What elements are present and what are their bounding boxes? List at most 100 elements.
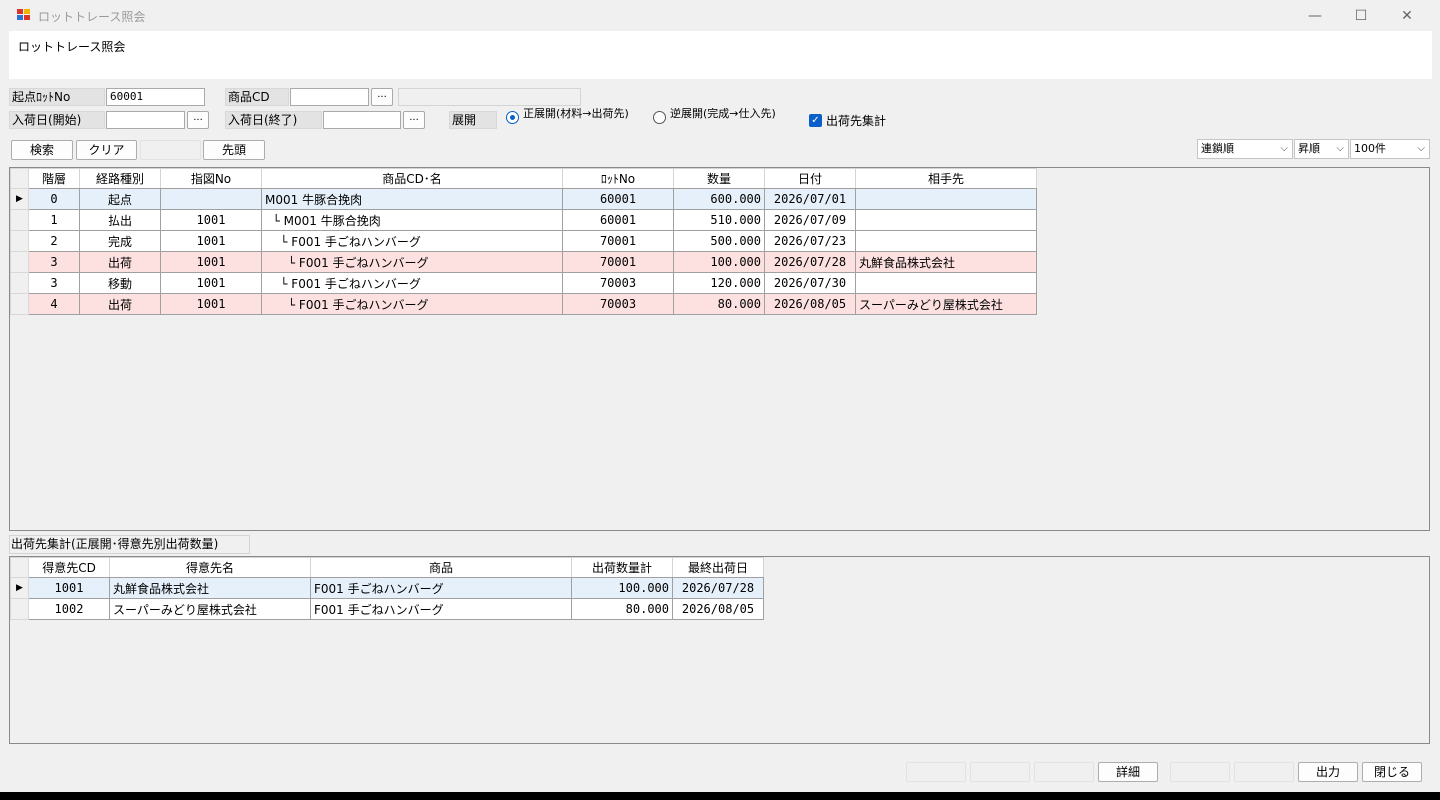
blank-button: [1034, 762, 1094, 782]
row-header[interactable]: [10, 598, 29, 620]
top-button[interactable]: 先頭: [203, 140, 265, 160]
level-cell: 3: [28, 272, 80, 294]
arrival-end-input[interactable]: [323, 111, 401, 129]
arrival-start-input[interactable]: [106, 111, 185, 129]
row-header[interactable]: [10, 293, 29, 315]
qty-total-cell: 80.000: [571, 598, 673, 620]
start-lot-input[interactable]: 60001: [106, 88, 205, 106]
qty-cell: 510.000: [673, 209, 765, 231]
sort-key-select[interactable]: 連鎖順 ⌵: [1197, 139, 1293, 159]
column-header[interactable]: 得意先CD: [28, 557, 110, 578]
header-panel: ロットトレース照会: [9, 31, 1432, 79]
product-cell: └ F001 手ごねハンバーグ: [261, 251, 563, 273]
table-row[interactable]: 1002 スーパーみどり屋株式会社 F001 手ごねハンバーグ 80.000 2026/…: [10, 598, 764, 620]
column-header[interactable]: 数量: [673, 168, 765, 189]
table-row[interactable]: ▶ 1001 丸鮮食品株式会社 F001 手ごねハンバーグ 100.000 2026/07…: [10, 577, 764, 599]
sort-order-select[interactable]: 昇順 ⌵: [1294, 139, 1349, 159]
chevron-down-icon: ⌵: [1336, 143, 1344, 154]
column-header[interactable]: ﾛｯﾄNo: [562, 168, 674, 189]
column-header[interactable]: 指図No: [160, 168, 262, 189]
close-window-button[interactable]: ✕: [1384, 0, 1430, 31]
table-row[interactable]: 4 出荷 1001 └ F001 手ごねハンバーグ 70003 80.000 2026/0…: [10, 293, 1037, 315]
detail-button[interactable]: 詳細: [1098, 762, 1158, 782]
page-title: ロットトレース照会: [18, 40, 126, 54]
page-size-value: 100件: [1354, 142, 1386, 155]
table-row[interactable]: 2 完成 1001 └ F001 手ごねハンバーグ 70001 500.000 2026/…: [10, 230, 1037, 252]
column-header[interactable]: 最終出荷日: [672, 557, 764, 578]
table-row[interactable]: 1 払出 1001 └ M001 牛豚合挽肉 60001 510.000 2026/07/…: [10, 209, 1037, 231]
maximize-button[interactable]: ☐: [1338, 0, 1384, 31]
last-ship-date-cell: 2026/07/28: [672, 577, 764, 599]
page-size-select[interactable]: 100件 ⌵: [1350, 139, 1430, 159]
date-cell: 2026/07/09: [764, 209, 856, 231]
summary-grid-panel[interactable]: 得意先CD 得意先名 商品 出荷数量計 最終出荷日 ▶ 1001 丸鮮食品株式会社 F…: [9, 556, 1430, 744]
ship-total-label: 出荷先集計: [826, 114, 887, 128]
trace-grid-header: 階層 経路種別 指図No 商品CD･名 ﾛｯﾄNo 数量 日付 相手先: [10, 168, 1037, 189]
column-header[interactable]: 得意先名: [109, 557, 311, 578]
table-row[interactable]: 3 出荷 1001 └ F001 手ごねハンバーグ 70001 100.000 2026/…: [10, 251, 1037, 273]
app-icon: [17, 9, 31, 21]
start-lot-label: 起点ﾛｯﾄNo: [9, 88, 105, 106]
row-header[interactable]: ▶: [10, 188, 29, 210]
level-cell: 1: [28, 209, 80, 231]
column-header[interactable]: 経路種別: [79, 168, 161, 189]
column-header[interactable]: 相手先: [855, 168, 1037, 189]
qty-total-cell: 100.000: [571, 577, 673, 599]
output-button[interactable]: 出力: [1298, 762, 1358, 782]
close-button[interactable]: 閉じる: [1362, 762, 1422, 782]
lot-cell: 70003: [562, 272, 674, 294]
route-cell: 出荷: [79, 251, 161, 273]
sort-key-value: 連鎖順: [1201, 142, 1234, 155]
column-header[interactable]: 商品CD･名: [261, 168, 563, 189]
blank-button: [970, 762, 1030, 782]
customer-name-cell: スーパーみどり屋株式会社: [109, 598, 311, 620]
order-cell: 1001: [160, 272, 262, 294]
lot-cell: 60001: [562, 188, 674, 210]
search-button[interactable]: 検索: [11, 140, 73, 160]
date-cell: 2026/07/23: [764, 230, 856, 252]
customer-cd-cell: 1002: [28, 598, 110, 620]
arrival-start-picker-button[interactable]: ...: [187, 111, 209, 129]
route-cell: 完成: [79, 230, 161, 252]
column-header[interactable]: 日付: [764, 168, 856, 189]
column-header[interactable]: 階層: [28, 168, 80, 189]
trace-grid[interactable]: 階層 経路種別 指図No 商品CD･名 ﾛｯﾄNo 数量 日付 相手先 ▶ 0 起点…: [10, 168, 1037, 315]
order-cell: 1001: [160, 251, 262, 273]
product-lookup-button[interactable]: ...: [371, 88, 393, 106]
arrival-end-picker-button[interactable]: ...: [403, 111, 425, 129]
level-cell: 2: [28, 230, 80, 252]
row-header[interactable]: [10, 209, 29, 231]
route-cell: 起点: [79, 188, 161, 210]
row-header[interactable]: [10, 272, 29, 294]
last-ship-date-cell: 2026/08/05: [672, 598, 764, 620]
row-header[interactable]: [10, 230, 29, 252]
product-name-display: [398, 88, 581, 106]
row-header-corner: [10, 168, 29, 189]
table-row[interactable]: ▶ 0 起点 M001 牛豚合挽肉 60001 600.000 2026/07/01: [10, 188, 1037, 210]
ship-total-checkbox[interactable]: ✓ 出荷先集計: [809, 112, 886, 129]
route-cell: 移動: [79, 272, 161, 294]
level-cell: 3: [28, 251, 80, 273]
radio-reverse-expand[interactable]: 逆展開(完成→仕入先): [653, 108, 780, 128]
product-cd-input[interactable]: [290, 88, 369, 106]
customer-name-cell: 丸鮮食品株式会社: [109, 577, 311, 599]
clear-button[interactable]: クリア: [76, 140, 137, 160]
checkbox-checked-icon: ✓: [809, 114, 822, 127]
blank-button: [1234, 762, 1294, 782]
radio-forward-expand[interactable]: 正展開(材料→出荷先): [506, 108, 633, 128]
route-cell: 出荷: [79, 293, 161, 315]
date-cell: 2026/07/30: [764, 272, 856, 294]
partner-cell: [855, 209, 1037, 231]
table-row[interactable]: 3 移動 1001 └ F001 手ごねハンバーグ 70003 120.000 2026/…: [10, 272, 1037, 294]
column-header[interactable]: 出荷数量計: [571, 557, 673, 578]
row-header[interactable]: ▶: [10, 577, 29, 599]
product-cell: F001 手ごねハンバーグ: [310, 598, 572, 620]
minimize-button[interactable]: —: [1292, 0, 1338, 31]
level-cell: 4: [28, 293, 80, 315]
lot-cell: 70003: [562, 293, 674, 315]
summary-grid[interactable]: 得意先CD 得意先名 商品 出荷数量計 最終出荷日 ▶ 1001 丸鮮食品株式会社 F…: [10, 557, 764, 620]
column-header[interactable]: 商品: [310, 557, 572, 578]
trace-grid-panel[interactable]: 階層 経路種別 指図No 商品CD･名 ﾛｯﾄNo 数量 日付 相手先 ▶ 0 起点…: [9, 167, 1430, 531]
product-cell: └ F001 手ごねハンバーグ: [261, 272, 563, 294]
row-header[interactable]: [10, 251, 29, 273]
